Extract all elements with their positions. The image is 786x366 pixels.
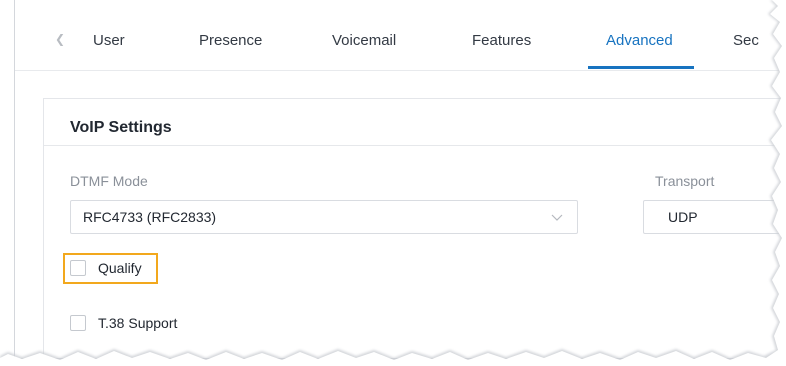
transport-select[interactable]: UDP [643, 200, 786, 234]
chevron-down-icon [551, 214, 563, 221]
tab-voicemail[interactable]: Voicemail [332, 32, 396, 49]
active-tab-indicator [588, 66, 694, 69]
t38-support-option[interactable]: T.38 Support [70, 315, 177, 331]
dtmf-mode-label: DTMF Mode [70, 173, 148, 189]
transport-value: UDP [668, 209, 698, 225]
qualify-highlight-box [63, 253, 158, 284]
dtmf-mode-select[interactable]: RFC4733 (RFC2833) [70, 200, 578, 234]
tab-user[interactable]: User [93, 32, 125, 49]
section-title: VoIP Settings [70, 119, 172, 136]
chevron-left-icon[interactable]: ❮ [55, 32, 65, 46]
section-divider [44, 145, 786, 146]
t38-support-label: T.38 Support [98, 315, 178, 331]
tab-features[interactable]: Features [472, 32, 531, 49]
tab-advanced[interactable]: Advanced [606, 32, 673, 49]
tab-presence[interactable]: Presence [199, 32, 262, 49]
settings-tab-bar: ❮ User Presence Voicemail Features Advan… [15, 0, 786, 71]
tab-security[interactable]: Sec [733, 32, 759, 49]
dtmf-mode-value: RFC4733 (RFC2833) [83, 209, 217, 225]
voip-settings-card: VoIP Settings DTMF Mode RFC4733 (RFC2833… [43, 98, 786, 358]
t38-support-checkbox[interactable] [70, 315, 86, 331]
extension-settings-panel: ❮ User Presence Voicemail Features Advan… [14, 0, 786, 359]
transport-label: Transport [655, 173, 715, 189]
